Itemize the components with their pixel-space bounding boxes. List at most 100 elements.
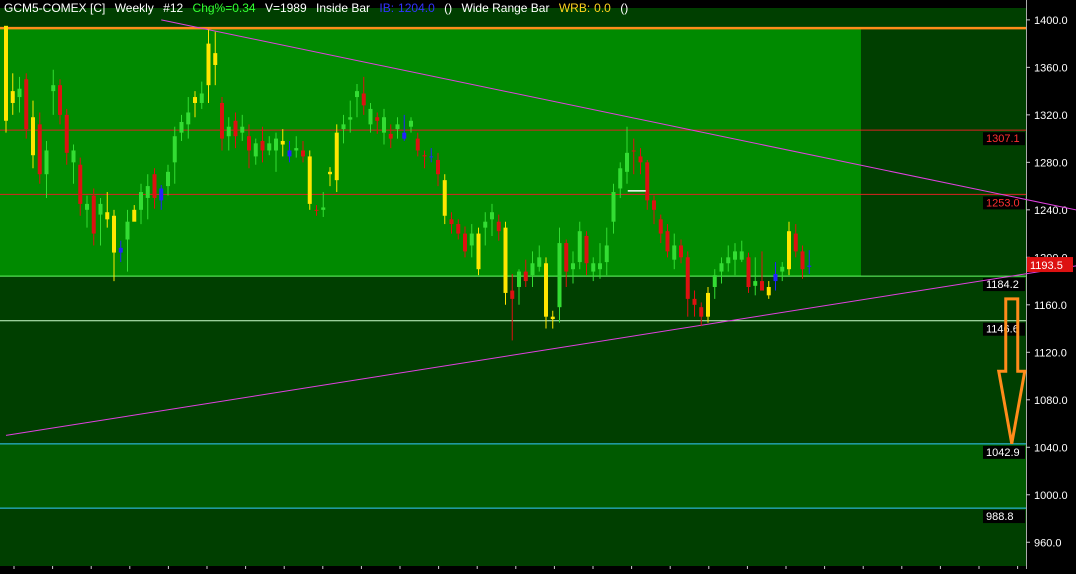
candle-body	[672, 245, 677, 260]
candle-body	[584, 235, 589, 264]
level-price-label: 1253.0	[986, 197, 1020, 209]
candle-body	[206, 43, 211, 86]
candle-body	[456, 224, 461, 234]
candle-body	[31, 117, 35, 156]
candle-body	[159, 188, 164, 201]
candle-body	[787, 231, 791, 270]
range-zone-future	[861, 28, 1026, 277]
target-zone	[0, 443, 1026, 509]
candle-body	[476, 233, 481, 270]
y-tick-label: 1040.0	[1034, 442, 1068, 454]
candle-body	[523, 271, 528, 282]
candle-body	[746, 257, 751, 287]
candle-body	[463, 233, 467, 252]
chart-header: GCM5-COMEX [C] Weekly #12 Chg%=0.34 V=19…	[0, 0, 1030, 16]
y-tick-label: 1280.0	[1034, 157, 1068, 169]
candle-body	[287, 150, 292, 157]
candle-body	[71, 150, 76, 163]
y-tick-label: 1360.0	[1034, 62, 1068, 74]
candle-body	[226, 126, 231, 137]
candle-body	[388, 133, 393, 139]
candle-body	[193, 97, 197, 103]
candle-body	[51, 85, 56, 92]
y-tick-label: 960.0	[1034, 537, 1062, 549]
candle-body	[658, 219, 663, 234]
wrb-value-label: WRB: 0.0	[558, 1, 611, 15]
candle-body	[618, 168, 623, 189]
level-price-label: 988.8	[986, 511, 1014, 523]
candle-body	[301, 150, 305, 157]
candle-body	[415, 138, 420, 151]
candle-body	[557, 243, 562, 308]
candle-body	[37, 124, 42, 175]
candle-body	[24, 79, 29, 130]
candle-body	[125, 221, 130, 240]
candle-body	[274, 138, 278, 151]
candle-body	[382, 117, 386, 133]
candle-body	[733, 251, 737, 260]
candle-body	[395, 124, 400, 130]
level-price-label: 1184.2	[986, 279, 1019, 291]
candle-body	[726, 257, 731, 264]
candle-body	[706, 292, 710, 317]
candle-body	[10, 91, 15, 103]
level-price-label: 1146.6	[986, 324, 1019, 336]
candle-body	[652, 200, 656, 210]
candle-body	[436, 159, 440, 175]
candle-body	[78, 164, 83, 204]
candle-body	[233, 120, 238, 137]
y-tick-label: 1000.0	[1034, 490, 1068, 502]
candle-body	[712, 275, 717, 287]
candle-body	[139, 192, 143, 210]
candle-body	[530, 263, 535, 276]
chart-root: 1400.01360.01320.01280.01240.01200.01160…	[0, 0, 1076, 569]
timeframe-label: Weekly	[114, 1, 154, 15]
candle-body	[375, 117, 380, 121]
wide-range-bar-label: Wide Range Bar	[461, 1, 550, 15]
candle-body	[793, 233, 798, 252]
candle-body	[91, 195, 96, 234]
y-tick-label: 1160.0	[1034, 300, 1067, 312]
candle-body	[503, 227, 508, 293]
price-chart[interactable]: 1400.01360.01320.01280.01240.01200.01160…	[0, 0, 1076, 569]
candle-body	[449, 219, 454, 225]
candle-body	[64, 114, 69, 153]
volume-label: V=1989	[264, 1, 307, 15]
y-tick-label: 1320.0	[1034, 110, 1068, 122]
candle-body	[631, 150, 636, 152]
candle-body	[112, 215, 116, 253]
candle-body	[334, 132, 339, 181]
y-tick-label: 1120.0	[1034, 347, 1067, 359]
candle-body	[132, 209, 137, 222]
candle-body	[496, 221, 501, 232]
candle-body	[550, 316, 555, 320]
y-tick-label: 1080.0	[1034, 395, 1068, 407]
candle-body	[240, 126, 245, 133]
candle-body	[564, 243, 569, 272]
candle-body	[247, 136, 251, 151]
candle-body	[773, 273, 778, 282]
bar-number-label: #12	[163, 1, 184, 15]
candle-body	[611, 192, 616, 222]
candle-body	[679, 245, 683, 258]
candle-body	[220, 102, 224, 139]
candle-body	[604, 245, 609, 263]
candle-body	[105, 212, 110, 220]
wrb-paren-label: ()	[620, 1, 629, 15]
candle-body	[348, 117, 353, 120]
candle-body	[577, 231, 582, 263]
candle-body	[294, 148, 299, 151]
candle-body	[665, 231, 670, 252]
candle-body	[58, 85, 62, 115]
candle-body	[510, 290, 515, 299]
candle-body	[314, 209, 319, 211]
symbol-label: GCM5-COMEX [C]	[4, 1, 106, 15]
candle-body	[179, 121, 184, 133]
candle-body	[186, 112, 191, 125]
candle-body	[355, 91, 359, 98]
candle-body	[166, 171, 170, 187]
candle-body	[267, 143, 272, 151]
candle-body	[321, 207, 326, 210]
candle-body	[780, 266, 785, 272]
candle-body	[368, 108, 373, 125]
